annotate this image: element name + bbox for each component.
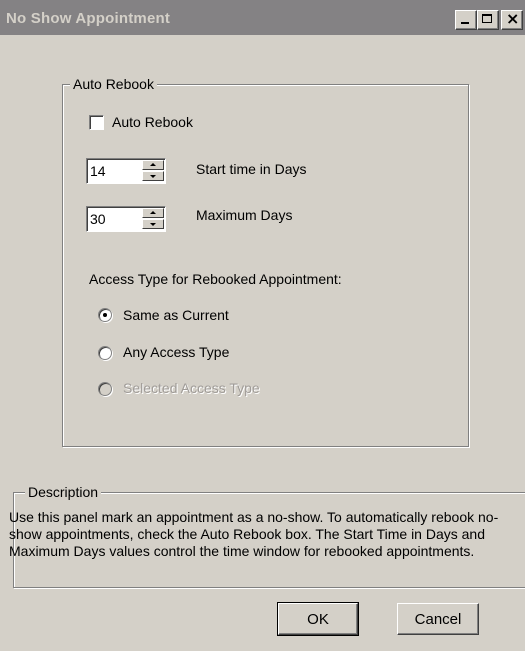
cancel-button[interactable]: Cancel — [397, 603, 479, 635]
title-bar[interactable]: No Show Appointment × — [0, 0, 525, 35]
radio-any-access-type[interactable] — [98, 346, 112, 360]
radio-label-same-as-current[interactable]: Same as Current — [123, 307, 229, 323]
auto-rebook-checkbox[interactable] — [89, 115, 104, 130]
radio-selected-access-type — [98, 382, 112, 396]
max-days-decrement-button[interactable] — [142, 219, 164, 229]
start-time-increment-button[interactable] — [142, 160, 164, 170]
auto-rebook-checkbox-label[interactable]: Auto Rebook — [112, 114, 193, 130]
radio-selected-dot — [103, 313, 107, 317]
maximize-icon — [482, 14, 492, 23]
window-title: No Show Appointment — [6, 10, 171, 27]
start-time-spinner[interactable] — [86, 158, 166, 184]
start-time-input[interactable] — [90, 162, 134, 179]
down-arrow-icon — [150, 223, 156, 226]
down-arrow-icon — [150, 175, 156, 178]
up-arrow-icon — [150, 211, 156, 214]
auto-rebook-group-legend: Auto Rebook — [70, 76, 157, 92]
radio-label-any-access-type[interactable]: Any Access Type — [123, 344, 229, 360]
max-days-input[interactable] — [90, 210, 134, 227]
description-group-legend: Description — [25, 484, 102, 500]
description-text: Use this panel mark an appointment as a … — [9, 509, 499, 559]
max-days-increment-button[interactable] — [142, 208, 164, 218]
close-button[interactable]: × — [501, 10, 523, 30]
up-arrow-icon — [150, 163, 156, 166]
access-type-heading: Access Type for Rebooked Appointment: — [89, 271, 342, 287]
minimize-button[interactable] — [455, 10, 477, 30]
radio-label-selected-access-type: Selected Access Type — [123, 380, 260, 396]
max-days-spinner[interactable] — [86, 206, 166, 232]
max-days-label: Maximum Days — [196, 207, 293, 223]
radio-same-as-current[interactable] — [98, 308, 112, 322]
close-icon: × — [506, 9, 520, 28]
no-show-appointment-window: No Show Appointment × Auto Rebook Auto R… — [0, 0, 525, 651]
minimize-icon — [461, 22, 469, 24]
maximize-button[interactable] — [477, 10, 499, 30]
start-time-decrement-button[interactable] — [142, 171, 164, 181]
ok-button[interactable]: OK — [277, 602, 359, 636]
start-time-label: Start time in Days — [196, 161, 307, 177]
